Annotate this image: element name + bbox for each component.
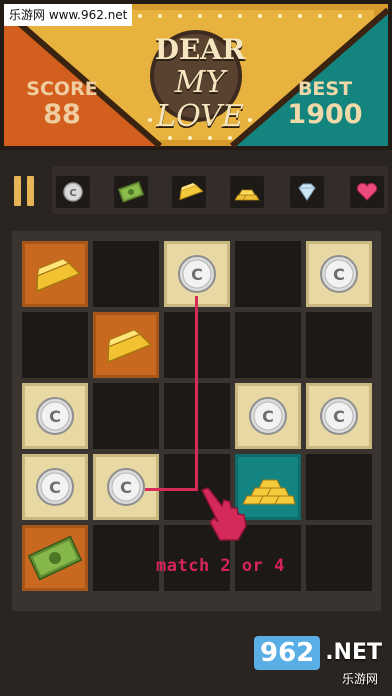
score-value: 88 — [43, 99, 81, 130]
pause-icon-bar — [27, 176, 34, 206]
board-cell-coin[interactable]: C — [306, 241, 372, 307]
board-cell-cash[interactable] — [22, 525, 88, 591]
coin-letter: C — [191, 265, 203, 284]
score-panel: SCORE 88 — [22, 78, 102, 130]
watermark-bottom: 962 .NET 乐游网 — [254, 636, 386, 688]
watermark-net: .NET — [325, 640, 382, 665]
board-cell-empty[interactable] — [93, 241, 159, 307]
coin-icon: C — [63, 182, 83, 202]
item-slot-diamond — [290, 176, 324, 208]
best-panel: BEST 1900 — [280, 78, 370, 130]
board-cell-gold-bar[interactable] — [93, 312, 159, 378]
coin-icon: C — [320, 255, 358, 293]
board-cell-coin[interactable]: C — [22, 454, 88, 520]
board-cell-gold-bar[interactable] — [22, 241, 88, 307]
dollar-bills-icon — [27, 535, 83, 581]
board-cell-empty[interactable] — [306, 312, 372, 378]
item-slot-cash — [114, 176, 148, 208]
best-label: BEST — [297, 78, 353, 100]
board-cell-empty[interactable] — [235, 312, 301, 378]
board-cell-empty[interactable] — [306, 525, 372, 591]
score-label: SCORE — [26, 78, 98, 100]
watermark-top: 乐游网 www.962.net — [4, 4, 133, 26]
board-cell-empty[interactable] — [306, 454, 372, 520]
item-slot-gold-stack — [230, 176, 264, 208]
coin-icon: C — [36, 397, 74, 435]
coin-icon: C — [249, 397, 287, 435]
title-line-2: MY LOVE — [156, 65, 244, 134]
board-cell-coin[interactable]: C — [93, 454, 159, 520]
board-cell-coin[interactable]: C — [22, 383, 88, 449]
gold-bar-icon — [36, 258, 82, 293]
watermark-sub: 乐游网 — [341, 672, 378, 686]
title-line-1: DEAR — [154, 33, 246, 66]
watermark-number: 962 — [254, 636, 321, 670]
item-slot-gold-bar — [172, 176, 206, 208]
coin-letter: C — [49, 407, 61, 426]
svg-text:C: C — [69, 188, 76, 199]
board-cell-empty[interactable] — [93, 383, 159, 449]
coin-letter: C — [333, 265, 345, 284]
coin-letter: C — [333, 407, 345, 426]
gold-bar-icon — [179, 183, 204, 201]
coin-icon: C — [107, 468, 145, 506]
coin-letter: C — [262, 407, 274, 426]
best-value: 1900 — [287, 99, 363, 130]
diamond-icon — [298, 183, 316, 201]
pause-button[interactable] — [14, 176, 36, 206]
heart-gem-icon — [356, 182, 378, 201]
hint-text: match 2 or 4 — [156, 556, 285, 576]
dollar-bills-icon — [117, 181, 145, 203]
item-slot-coin: C — [56, 176, 90, 208]
board-cell-coin[interactable]: C — [235, 383, 301, 449]
item-slot-heart — [350, 176, 384, 208]
board-cell-coin[interactable]: C — [306, 383, 372, 449]
hint-path-vertical — [195, 296, 198, 490]
item-strip — [52, 166, 388, 214]
gold-bar-icon — [107, 329, 153, 364]
coin-icon: C — [36, 468, 74, 506]
coin-letter: C — [49, 478, 61, 497]
gold-bars-stack-icon — [234, 189, 260, 201]
coin-letter: C — [120, 478, 132, 497]
pause-icon — [14, 176, 21, 206]
hint-path-horizontal — [145, 488, 198, 491]
hand-pointer-icon — [200, 487, 247, 541]
board-cell-empty[interactable] — [235, 241, 301, 307]
board-cell-empty[interactable] — [93, 525, 159, 591]
board-cell-empty[interactable] — [22, 312, 88, 378]
game-title: DEAR MY LOVE — [130, 34, 270, 134]
coin-icon: C — [320, 397, 358, 435]
